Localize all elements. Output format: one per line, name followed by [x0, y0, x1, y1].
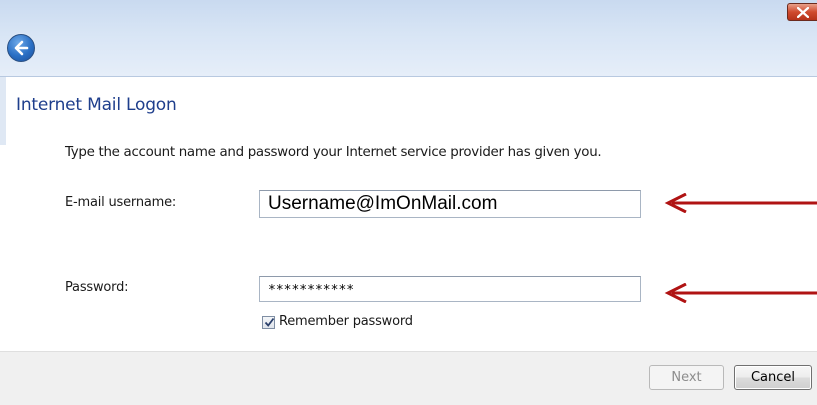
page-title: Internet Mail Logon	[16, 95, 177, 115]
instruction-text: Type the account name and password your …	[65, 145, 602, 160]
window-titlebar	[0, 0, 817, 77]
password-field[interactable]	[259, 276, 641, 302]
password-label: Password:	[65, 280, 129, 295]
left-rail	[0, 77, 6, 145]
remember-password-label: Remember password	[279, 314, 413, 329]
arrow-pointing-to-email-field	[664, 193, 817, 213]
cancel-button[interactable]: Cancel	[734, 365, 812, 390]
close-button[interactable]	[787, 3, 817, 21]
arrow-pointing-to-password-field	[664, 283, 817, 303]
email-username-label: E-mail username:	[65, 195, 177, 210]
back-arrow-icon	[14, 40, 29, 56]
back-button[interactable]	[7, 34, 35, 62]
checkmark-icon	[264, 317, 275, 327]
email-username-field[interactable]	[259, 190, 641, 218]
close-icon	[797, 7, 809, 18]
next-button[interactable]: Next	[649, 365, 724, 390]
remember-password-checkbox[interactable]	[262, 316, 275, 329]
